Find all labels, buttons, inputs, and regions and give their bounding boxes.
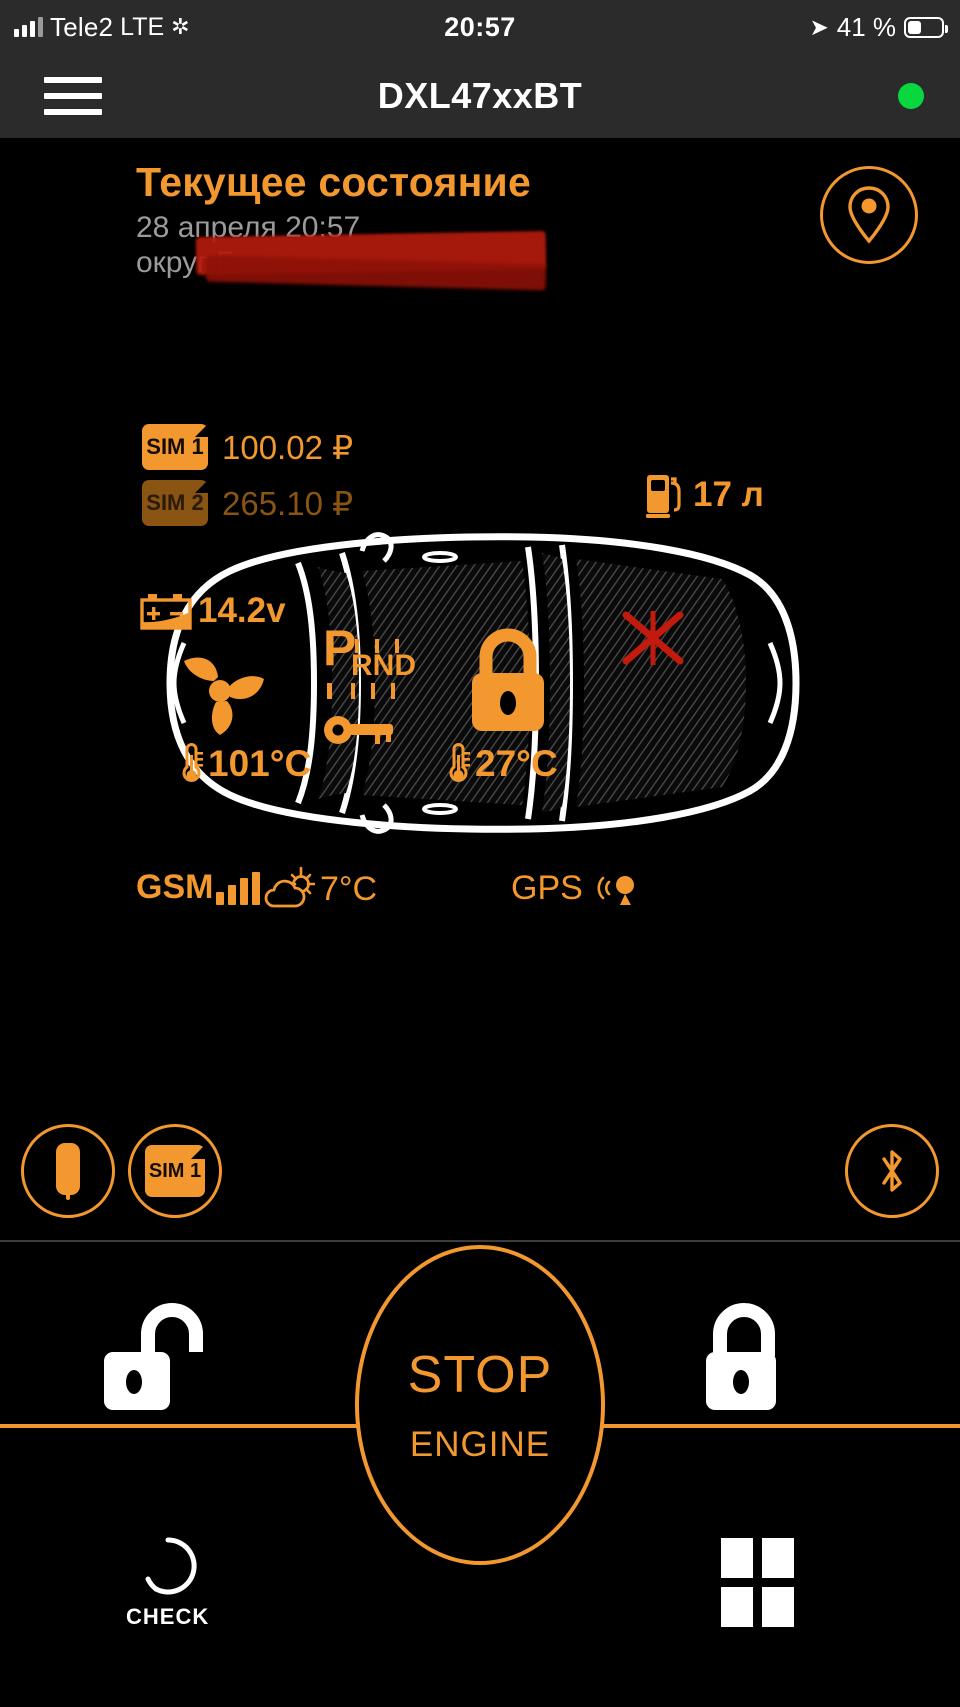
sun-cloud-icon	[264, 866, 315, 908]
fuel-level: 17 л	[645, 471, 764, 519]
signal-bars-icon	[216, 872, 261, 905]
map-pin-icon	[848, 186, 890, 244]
check-circle-icon	[145, 1537, 197, 1595]
gps-status: GPS	[511, 868, 641, 908]
unlock-button[interactable]	[96, 1294, 206, 1414]
weather-status: 7°C	[261, 866, 377, 912]
weather-temperature-value: 7°C	[320, 869, 378, 908]
gsm-status: GSM	[136, 868, 261, 907]
sim-card-icon: SIM 2	[142, 480, 208, 526]
check-label: CHECK	[126, 1604, 210, 1629]
battery-icon	[904, 16, 948, 38]
sim-row[interactable]: SIM 2 265.10 ₽	[142, 479, 353, 527]
more-button[interactable]	[721, 1538, 794, 1627]
satellite-signal-icon	[597, 876, 634, 905]
sim-balance-value: 265.10 ₽	[222, 484, 354, 522]
app-header: DXL47xxBT	[0, 54, 960, 138]
ios-status-bar: Tele2 LTE ✲ 20:57 ➤ 41 %	[0, 0, 960, 54]
hamburger-menu-icon[interactable]	[44, 77, 102, 115]
vehicle-status-row: GSM 7°C GPS	[136, 866, 836, 928]
car-battery-icon	[140, 594, 192, 630]
key-fob-button[interactable]	[21, 1124, 115, 1218]
state-headline: Текущее состояние 28 апреля 20:57 округ …	[136, 159, 547, 291]
connection-status-dot	[898, 83, 924, 109]
sim-card-icon: SIM 1	[142, 424, 208, 470]
state-location: округ Г	[136, 231, 547, 291]
padlock-closed-icon	[706, 1303, 776, 1410]
cross-x-icon	[622, 611, 684, 665]
gear-selector-icon: P RND	[323, 623, 416, 699]
gsm-label: GSM	[136, 868, 214, 906]
lock-button[interactable]	[690, 1294, 800, 1414]
svg-text:RND: RND	[351, 649, 416, 682]
car-diagram[interactable]: 14.2v 101°C P RND 27°C	[110, 523, 810, 843]
turbine-fan-icon	[184, 657, 264, 735]
cabin-temperature: 27°C	[445, 741, 558, 787]
sim-card-icon: SIM 1	[145, 1145, 205, 1197]
battery-percent-label: 41 %	[836, 11, 896, 42]
battery-voltage-value: 14.2v	[198, 591, 286, 630]
engine-fan-indicator	[172, 643, 268, 739]
cabin-temperature-value: 27°C	[475, 743, 558, 784]
page-title: DXL47xxBT	[377, 75, 583, 116]
engine-temperature-value: 101°C	[208, 743, 312, 784]
check-button[interactable]: CHECK	[126, 1534, 209, 1630]
quick-action-row: SIM 1	[0, 1120, 960, 1240]
thermometer-icon	[182, 743, 203, 782]
engine-target-label: ENGINE	[409, 1424, 551, 1464]
map-pin-button[interactable]	[820, 166, 918, 264]
sim-balance-value: 100.02 ₽	[222, 428, 354, 466]
battery-voltage: 14.2v	[140, 591, 286, 631]
main-content: Текущее состояние 28 апреля 20:57 округ …	[0, 138, 960, 1238]
location-arrow-icon: ➤	[809, 13, 829, 40]
section-title: Текущее состояние	[136, 159, 531, 205]
alarm-zone-indicator	[620, 607, 686, 669]
gear-selector: P RND	[323, 623, 419, 709]
key-icon	[324, 716, 393, 744]
sim-row[interactable]: SIM 1 100.02 ₽	[142, 423, 353, 471]
engine-temperature: 101°C	[178, 741, 311, 787]
grid-squares-icon	[721, 1538, 794, 1627]
padlock-closed-icon	[472, 628, 544, 731]
engine-stop-button[interactable]: STOP ENGINE	[355, 1245, 605, 1565]
engine-action-label: STOP	[407, 1345, 553, 1404]
bluetooth-icon	[882, 1150, 902, 1192]
doors-lock-state	[462, 621, 554, 733]
fuel-pump-icon	[646, 475, 681, 518]
fuel-value: 17 л	[693, 475, 764, 514]
status-bar-right: ➤ 41 %	[809, 11, 948, 43]
sim-select-button[interactable]: SIM 1	[128, 1124, 222, 1218]
ignition-indicator	[323, 713, 395, 747]
padlock-open-icon	[104, 1303, 203, 1410]
sim-balances: SIM 1 100.02 ₽ SIM 2 265.10 ₽	[142, 423, 353, 527]
thermometer-icon	[449, 743, 470, 782]
app-screen: Tele2 LTE ✲ 20:57 ➤ 41 % DXL47xxBT Текущ…	[0, 0, 960, 1707]
key-fob-icon	[56, 1143, 80, 1200]
gps-label: GPS	[511, 868, 583, 907]
bluetooth-button[interactable]	[845, 1124, 939, 1218]
